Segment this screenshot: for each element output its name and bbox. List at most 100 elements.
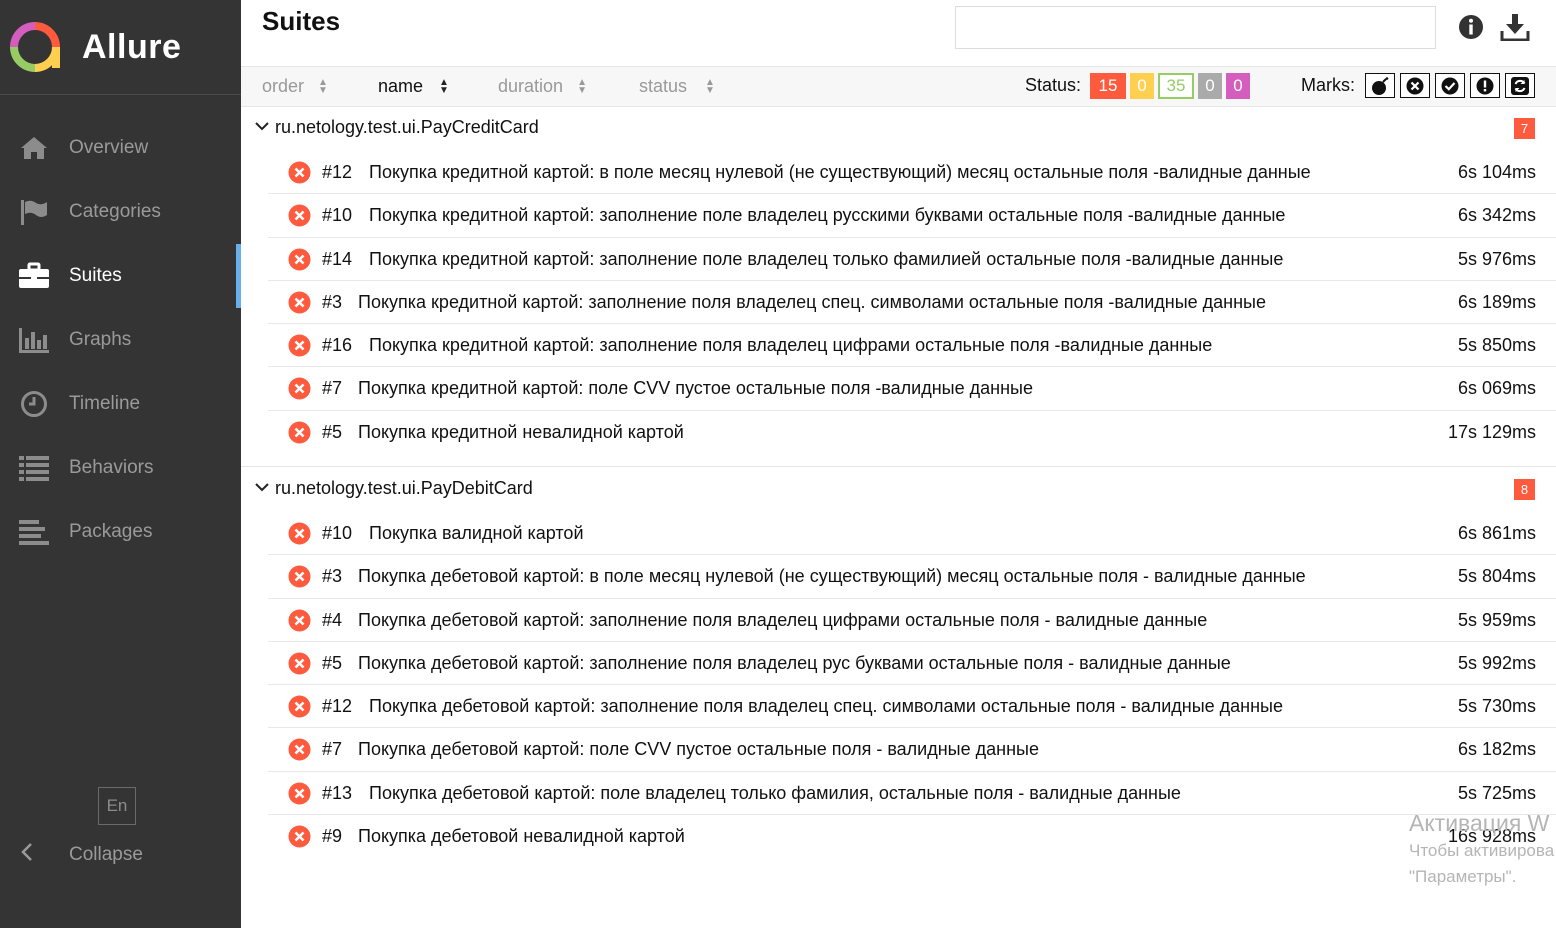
test-number: #7	[322, 378, 343, 399]
status-skipped-toggle[interactable]: 0	[1198, 73, 1222, 99]
test-row[interactable]: #10 Покупка кредитной картой: заполнение…	[268, 194, 1556, 238]
suite-failed-count-badge: 7	[1514, 118, 1535, 139]
sidebar-item-behaviors[interactable]: Behaviors	[0, 436, 241, 500]
test-number: #5	[322, 652, 343, 673]
test-row[interactable]: #4 Покупка дебетовой картой: заполнение …	[268, 599, 1556, 642]
sidebar-item-timeline[interactable]: Timeline	[0, 372, 241, 436]
test-duration: 5s 804ms	[1457, 566, 1536, 587]
bar-chart-icon	[18, 324, 50, 356]
suite-group: ru.netology.test.ui.PayCreditCard 7 #12 …	[241, 107, 1556, 454]
test-duration: 5s 976ms	[1457, 248, 1536, 269]
bomb-icon[interactable]	[1365, 73, 1395, 98]
test-row[interactable]: #9 Покупка дебетовой невалидной картой 1…	[268, 815, 1556, 858]
sort-label: status	[639, 76, 688, 96]
sidebar: Allure Overview Categories Suites Graphs	[0, 0, 241, 928]
home-icon	[18, 132, 50, 164]
sidebar-item-packages[interactable]: Packages	[0, 500, 241, 564]
toolbar: order ▲ ▼ name ▲ ▼ duration ▲ ▼ status ▲ ▼ S…	[241, 66, 1556, 107]
test-name: Покупка дебетовой картой: поле CVV пусто…	[358, 739, 1039, 760]
sort-name[interactable]: name ▲ ▼	[378, 67, 449, 106]
test-row[interactable]: #3 Покупка кредитной картой: заполнение …	[268, 281, 1556, 325]
test-row[interactable]: #16 Покупка кредитной картой: заполнение…	[268, 324, 1556, 368]
test-row[interactable]: #13 Покупка дебетовой картой: поле владе…	[268, 772, 1556, 816]
test-name: Покупка кредитной картой: поле CVV пусто…	[358, 378, 1033, 399]
test-number: #3	[322, 566, 343, 587]
failed-status-icon	[288, 565, 311, 588]
sidebar-item-categories[interactable]: Categories	[0, 180, 241, 244]
suite-failed-count-badge: 8	[1514, 479, 1535, 500]
sidebar-nav: Overview Categories Suites Graphs Timeli…	[0, 116, 241, 564]
test-row[interactable]: #10 Покупка валидной картой 6s 861ms	[268, 512, 1556, 556]
test-row[interactable]: #12 Покупка кредитной картой: в поле мес…	[268, 151, 1556, 195]
sort-duration[interactable]: duration ▲ ▼	[498, 67, 587, 106]
test-name: Покупка дебетовой картой: заполнение пол…	[358, 652, 1231, 673]
flaky-icon[interactable]	[1400, 73, 1430, 98]
test-row[interactable]: #12 Покупка дебетовой картой: заполнение…	[268, 685, 1556, 729]
test-row[interactable]: #3 Покупка дебетовой картой: в поле меся…	[268, 555, 1556, 599]
test-number: #16	[322, 335, 353, 356]
allure-logo-icon	[10, 22, 60, 72]
test-row[interactable]: #7 Покупка кредитной картой: поле CVV пу…	[268, 367, 1556, 411]
status-broken-toggle[interactable]: 0	[1130, 73, 1154, 99]
sidebar-item-label: Behaviors	[69, 457, 154, 478]
sidebar-item-suites[interactable]: Suites	[0, 244, 241, 308]
flag-icon	[18, 196, 50, 228]
suite-name: ru.netology.test.ui.PayCreditCard	[275, 117, 539, 137]
status-unknown-toggle[interactable]: 0	[1226, 73, 1250, 99]
failed-status-icon	[288, 522, 311, 545]
test-name: Покупка кредитной картой: заполнение пол…	[369, 335, 1213, 356]
test-duration: 5s 850ms	[1457, 335, 1536, 356]
retries-icon[interactable]	[1505, 73, 1535, 98]
failed-status-icon	[288, 825, 311, 848]
test-list: #12 Покупка кредитной картой: в поле мес…	[241, 151, 1556, 454]
failed-status-icon	[288, 421, 311, 444]
test-duration: 5s 725ms	[1457, 782, 1536, 803]
sidebar-item-label: Packages	[69, 521, 153, 542]
sort-order[interactable]: order ▲ ▼	[262, 67, 328, 106]
failed-status-icon	[288, 204, 311, 227]
collapse-button[interactable]: Collapse	[20, 842, 143, 868]
search-input[interactable]	[955, 6, 1436, 49]
failed-status-icon	[288, 652, 311, 675]
suite-header[interactable]: ru.netology.test.ui.PayDebitCard 8	[241, 468, 1556, 512]
failed-status-icon	[288, 291, 311, 314]
test-row[interactable]: #5 Покупка кредитной невалидной картой 1…	[268, 411, 1556, 454]
test-row[interactable]: #7 Покупка дебетовой картой: поле CVV пу…	[268, 728, 1556, 772]
download-icon[interactable]	[1500, 13, 1530, 46]
main-content: Suites order ▲ ▼ name ▲ ▼ duration ▲ ▼ stat…	[241, 0, 1556, 928]
page-title: Suites	[262, 6, 341, 36]
collapse-label: Collapse	[69, 844, 143, 865]
test-number: #10	[322, 205, 353, 226]
new-failed-icon[interactable]	[1470, 73, 1500, 98]
sidebar-item-label: Graphs	[69, 329, 132, 350]
list-icon	[18, 452, 50, 484]
suite-header[interactable]: ru.netology.test.ui.PayCreditCard 7	[241, 107, 1556, 151]
test-row[interactable]: #14 Покупка кредитной картой: заполнение…	[268, 238, 1556, 281]
sidebar-item-graphs[interactable]: Graphs	[0, 308, 241, 372]
status-failed-toggle[interactable]: 15	[1090, 73, 1126, 99]
app-name: Allure	[82, 27, 182, 66]
chevron-down-icon	[255, 119, 269, 138]
sort-status[interactable]: status ▲ ▼	[639, 67, 715, 106]
failed-status-icon	[288, 695, 311, 718]
language-switch-button[interactable]: En	[98, 787, 136, 825]
test-row[interactable]: #5 Покупка дебетовой картой: заполнение …	[268, 642, 1556, 686]
test-duration: 5s 992ms	[1457, 652, 1536, 673]
failed-status-icon	[288, 609, 311, 632]
failed-status-icon	[288, 377, 311, 400]
watermark-line: "Параметры".	[1409, 867, 1517, 886]
new-passed-icon[interactable]	[1435, 73, 1465, 98]
sidebar-item-overview[interactable]: Overview	[0, 116, 241, 180]
status-passed-toggle[interactable]: 35	[1158, 73, 1194, 99]
sidebar-item-label: Suites	[69, 265, 122, 286]
test-name: Покупка кредитной картой: заполнение пол…	[358, 291, 1266, 312]
info-icon[interactable]	[1458, 14, 1484, 45]
sort-icon: ▲ ▼	[705, 76, 715, 96]
test-name: Покупка кредитной картой: в поле месяц н…	[369, 162, 1311, 182]
brand[interactable]: Allure	[0, 0, 241, 95]
test-duration: 16s 928ms	[1447, 826, 1536, 847]
test-name: Покупка дебетовой невалидной картой	[358, 826, 685, 847]
test-list: #10 Покупка валидной картой 6s 861ms #3 …	[241, 512, 1556, 858]
sort-label: name	[378, 76, 424, 96]
suite-group: ru.netology.test.ui.PayDebitCard 8 #10 П…	[241, 468, 1556, 858]
